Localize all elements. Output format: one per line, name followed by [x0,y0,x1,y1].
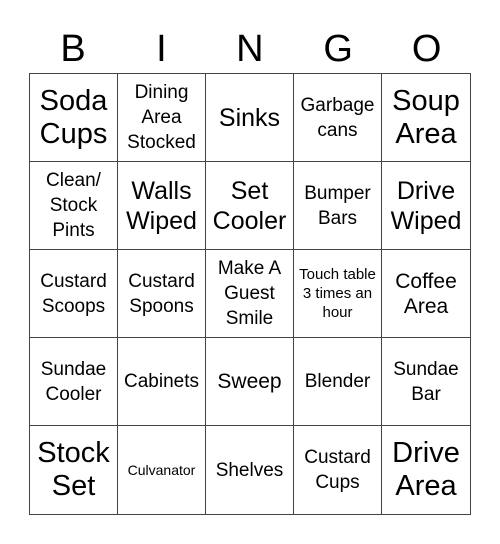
bingo-cell[interactable]: Clean/ Stock Pints [30,162,118,250]
bingo-cell-text: Walls Wiped [126,176,197,235]
bingo-cell-text: Drive Wiped [390,176,462,235]
bingo-cell-text: Sundae Bar [393,358,459,405]
bingo-cell[interactable]: Drive Wiped [382,162,470,250]
bingo-cell-text: Custard Scoops [40,270,107,317]
bingo-cell-text: Custard Cups [304,447,371,493]
bingo-cell[interactable]: Custard Cups [294,426,382,514]
bingo-cell[interactable]: Sundae Cooler [30,338,118,426]
bingo-cell-text: Shelves [215,459,284,481]
bingo-cell[interactable]: Drive Area [382,426,470,514]
bingo-card-grid: Soda Cups Dining Area Stocked Sinks Garbage… [29,73,471,515]
bingo-cell-text: Bumper Bars [304,182,371,229]
bingo-cell-text: Custard Spoons [128,270,195,317]
bingo-cell-text: Sundae Cooler [40,358,107,405]
bingo-cell[interactable]: Culvanator [118,426,206,514]
bingo-cell-text: Blender [304,371,371,392]
bingo-cell[interactable]: Stock Set [30,426,118,514]
bingo-cell[interactable]: Sweep [206,338,294,426]
bingo-cell[interactable]: Dining Area Stocked [118,74,206,162]
bingo-cell-text: Garbage cans [300,94,375,141]
bingo-cell[interactable]: Coffee Area [382,250,470,338]
bingo-cell-text: Sinks [218,103,281,132]
bingo-cell-text: Clean/ Stock Pints [46,170,101,241]
header-letter: G [323,28,353,70]
header-letter: O [411,28,442,70]
bingo-cell[interactable]: Sinks [206,74,294,162]
bingo-cell-text: Touch table 3 times an hour [299,266,376,321]
bingo-cell[interactable]: Sundae Bar [382,338,470,426]
bingo-cell[interactable]: Soda Cups [30,74,118,162]
header-letter: N [236,28,264,70]
bingo-cell[interactable]: Custard Scoops [30,250,118,338]
bingo-cell-text: Soda Cups [39,84,108,150]
bingo-cell[interactable]: Walls Wiped [118,162,206,250]
bingo-cell[interactable]: Shelves [206,426,294,514]
bingo-cell-text: Coffee Area [395,269,457,318]
bingo-cell-text: Stock Set [37,437,110,502]
bingo-cell-text: Culvanator [127,461,196,478]
bingo-cell-text: Drive Area [392,437,460,502]
bingo-cell[interactable]: Make A Guest Smile [206,250,294,338]
bingo-cell[interactable]: Set Cooler [206,162,294,250]
bingo-cell[interactable]: Soup Area [382,74,470,162]
bingo-cell[interactable]: Touch table 3 times an hour [294,250,382,338]
bingo-cell-text: Make A Guest Smile [217,258,282,329]
bingo-cell[interactable]: Garbage cans [294,74,382,162]
bingo-cell-text: Soup Area [392,84,460,150]
header-letter: B [60,28,86,70]
bingo-cell-text: Sweep [217,370,282,393]
bingo-cell[interactable]: Blender [294,338,382,426]
bingo-cell-text: Cabinets [124,371,199,392]
header-letter: I [156,28,167,70]
bingo-cell[interactable]: Bumper Bars [294,162,382,250]
bingo-cell[interactable]: Custard Spoons [118,250,206,338]
bingo-cell-text: Dining Area Stocked [127,82,196,153]
bingo-cell[interactable]: Cabinets [118,338,206,426]
bingo-cell-text: Set Cooler [212,176,287,235]
